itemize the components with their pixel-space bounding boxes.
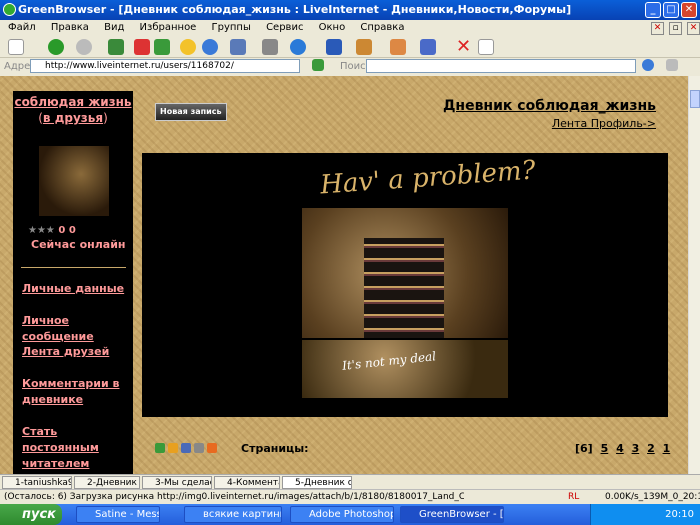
task-photoshop[interactable]: Adobe Photoshop	[290, 506, 394, 523]
tab-close-icon[interactable]: ✕	[651, 22, 664, 35]
menu-favorites[interactable]: Избранное	[140, 22, 197, 33]
page-link[interactable]: 5	[601, 442, 609, 455]
menu-edit[interactable]: Правка	[51, 22, 89, 33]
check-icon[interactable]	[478, 39, 494, 55]
menu-groups[interactable]: Группы	[212, 22, 251, 33]
nav-personal-data[interactable]: Личные данные	[22, 281, 132, 297]
menu-view[interactable]: Вид	[104, 22, 124, 33]
menu-tools[interactable]: Сервис	[266, 22, 303, 33]
go-icon[interactable]	[312, 59, 324, 71]
post-photo-bottom: It's not my deal	[302, 340, 508, 398]
settings-icon[interactable]	[262, 39, 278, 55]
sidebar: соблюдая жизнь (в друзья) ★★★ 0 0 Сейчас…	[13, 91, 133, 474]
back-icon[interactable]	[48, 39, 64, 55]
divider	[21, 267, 126, 268]
post-actions	[155, 443, 235, 457]
close-button[interactable]: ✕	[681, 2, 697, 18]
close-page-icon[interactable]: ✕	[456, 38, 472, 56]
toolbar: ✕	[0, 36, 700, 58]
diary-title[interactable]: Дневник соблюдая_жизнь	[400, 98, 656, 114]
page-link[interactable]: 1	[663, 442, 671, 455]
task-pictures[interactable]: всякие картинки	[184, 506, 282, 523]
page-content: соблюдая жизнь (в друзья) ★★★ 0 0 Сейчас…	[0, 76, 688, 474]
tab-restore-icon[interactable]: ▫	[669, 22, 682, 35]
forward-icon[interactable]	[76, 39, 92, 55]
window-titlebar: GreenBrowser - [Дневник соблюдая_жизнь :…	[0, 0, 700, 20]
taskbar: пуск Satine - Message всякие картинки Ad…	[0, 504, 700, 525]
task-greenbrowser[interactable]: GreenBrowser - [Дне...	[400, 506, 504, 523]
post-image-area: Hav' a problem? It's not my deal	[142, 153, 668, 417]
address-bar: Адрес http://www.liveinternet.ru/users/1…	[0, 58, 700, 75]
page-link[interactable]: 2	[647, 442, 655, 455]
translate-icon[interactable]	[390, 39, 406, 55]
tab-1[interactable]: 1-taniushka90...	[2, 476, 72, 489]
status-text: (Осталось: 6) Загрузка рисунка http://im…	[4, 492, 464, 502]
diary-links[interactable]: Лента Профиль->	[460, 117, 656, 130]
history-icon[interactable]	[202, 39, 218, 55]
online-status: Сейчас онлайн	[31, 238, 126, 251]
start-button[interactable]: пуск	[0, 504, 62, 525]
window-title: GreenBrowser - [Дневник соблюдая_жизнь :…	[18, 3, 572, 16]
address-input[interactable]: http://www.liveinternet.ru/users/1168702…	[30, 59, 300, 73]
nav-private-message[interactable]: Личное сообщение	[22, 313, 132, 345]
vertical-scrollbar[interactable]	[688, 76, 700, 474]
rating-stars: ★★★ 0 0	[28, 225, 76, 236]
pager: [6] 5 4 3 2 1	[575, 442, 670, 455]
post-photo	[302, 208, 508, 338]
nav-diary-comments[interactable]: Комментарии в дневнике	[22, 376, 132, 408]
add-icon[interactable]	[168, 443, 178, 453]
view-icon[interactable]	[230, 39, 246, 55]
page-current: [6]	[575, 442, 593, 455]
post-image-caption-top: Hav' a problem?	[319, 155, 537, 201]
globe-icon[interactable]	[290, 39, 306, 55]
tab-close-all-icon[interactable]: ✕	[687, 22, 700, 35]
refresh-icon[interactable]	[154, 39, 170, 55]
nav-friends-feed[interactable]: Лента друзей	[22, 344, 132, 360]
scroll-thumb[interactable]	[690, 90, 700, 108]
user-name[interactable]: соблюдая жизнь	[13, 95, 133, 110]
status-speed: 0.00K/s_139M_0_20:10:13	[605, 492, 700, 502]
tab-bar: 1-taniushka90... 2-Дневник Ч... 3-Мы сде…	[0, 474, 700, 489]
minimize-button[interactable]: _	[645, 2, 661, 18]
font-icon[interactable]	[420, 39, 436, 55]
add-friend-link[interactable]: (в друзья)	[13, 110, 133, 126]
tab-4[interactable]: 4-Комментар...	[214, 476, 280, 489]
stop-icon[interactable]	[134, 39, 150, 55]
system-tray: 20:10	[590, 504, 700, 525]
menu-window[interactable]: Окно	[319, 22, 346, 33]
tab-3[interactable]: 3-Мы сделае...	[142, 476, 212, 489]
counts: 0 0	[58, 225, 76, 236]
print-icon[interactable]	[194, 443, 204, 453]
undo-icon[interactable]	[326, 39, 342, 55]
page-link[interactable]: 3	[632, 442, 640, 455]
tools-icon[interactable]	[356, 39, 372, 55]
task-satine[interactable]: Satine - Message	[76, 506, 160, 523]
favorites-star-icon[interactable]	[180, 39, 196, 55]
new-page-icon[interactable]	[8, 39, 24, 55]
dress-graphic	[364, 238, 444, 338]
post-image-caption-bottom: It's not my deal	[341, 349, 437, 373]
mail-icon[interactable]	[181, 443, 191, 453]
menu-file[interactable]: Файл	[8, 22, 36, 33]
pages-label: Страницы:	[241, 442, 309, 455]
search-input[interactable]	[366, 59, 636, 73]
new-post-button[interactable]: Новая запись	[155, 103, 227, 121]
menu-bar: Файл Правка Вид Избранное Группы Сервис …	[0, 20, 700, 36]
search-go-icon[interactable]	[666, 59, 678, 71]
tab-5[interactable]: 5-Дневник со...	[282, 476, 352, 489]
tag-icon[interactable]	[155, 443, 165, 453]
app-icon	[3, 3, 16, 16]
search-engine-icon[interactable]	[642, 59, 654, 71]
menu-help[interactable]: Справка	[360, 22, 404, 33]
tab-2[interactable]: 2-Дневник Ч...	[74, 476, 140, 489]
page-link[interactable]: 4	[616, 442, 624, 455]
clock: 20:10	[665, 509, 694, 520]
maximize-button[interactable]: □	[663, 2, 679, 18]
status-bar: (Осталось: 6) Загрузка рисунка http://im…	[0, 489, 700, 504]
up-icon[interactable]	[108, 39, 124, 55]
avatar[interactable]	[39, 146, 109, 216]
status-lang: RL	[568, 492, 580, 502]
rss-icon[interactable]	[207, 443, 217, 453]
nav-become-reader[interactable]: Стать постоянным читателем	[22, 424, 132, 472]
